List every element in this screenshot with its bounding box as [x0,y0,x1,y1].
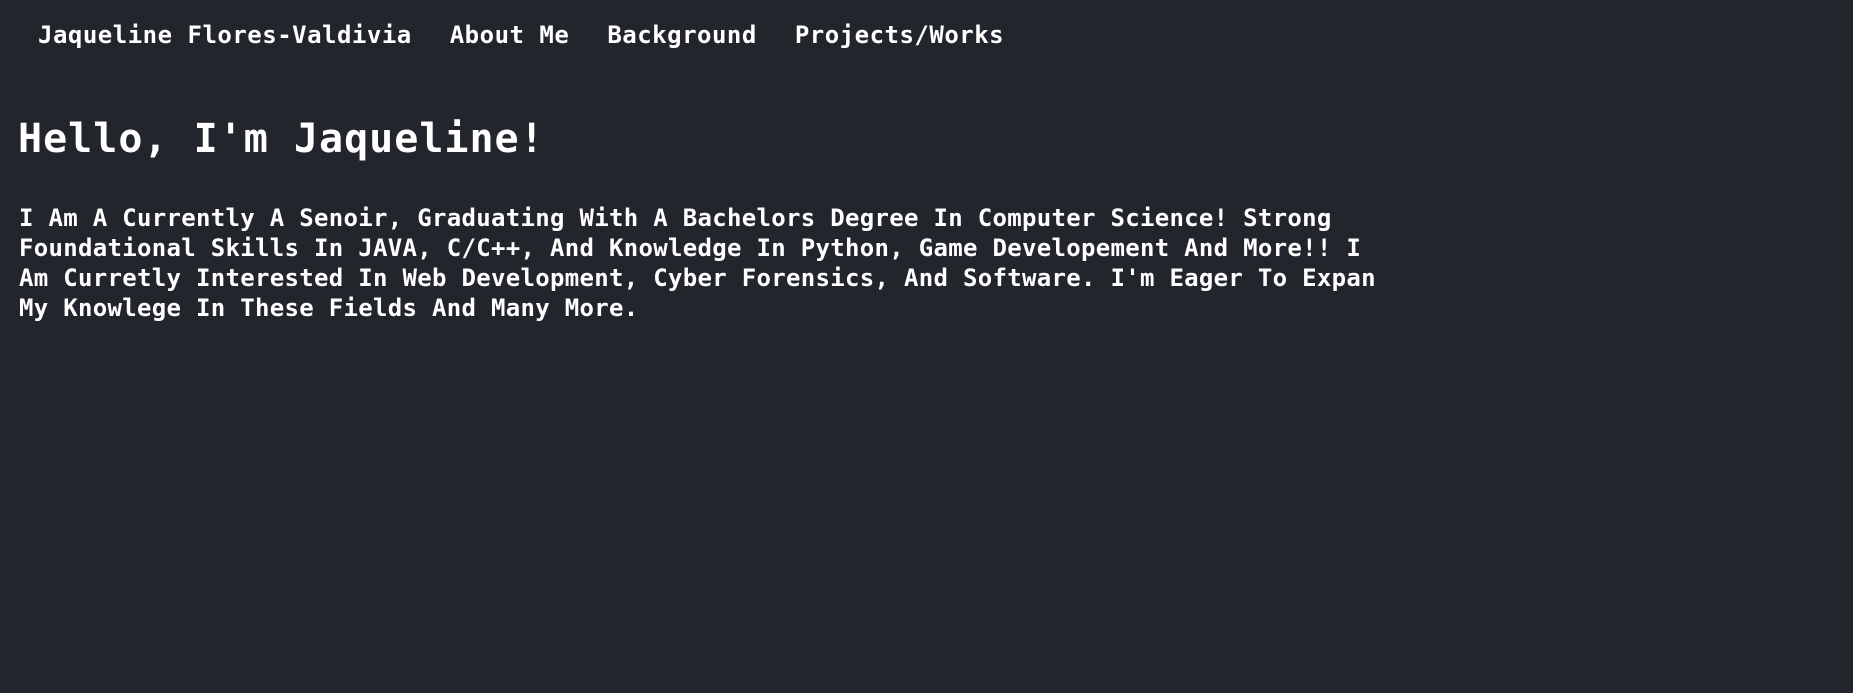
intro-line: My Knowlege In These Fields And Many Mor… [19,294,639,322]
nav-link-projects-works[interactable]: Projects/Works [795,18,1004,52]
intro-paragraph: I Am A Currently A Senoir, Graduating Wi… [19,203,1853,323]
intro-line: Foundational Skills In JAVA, C/C++, And … [19,234,1362,262]
nav-link-about-me[interactable]: About Me [450,18,570,52]
intro-line: Am Curretly Interested In Web Developmen… [19,264,1376,292]
nav-brand-link[interactable]: Jaqueline Flores-Valdivia [38,18,412,52]
page-title: Hello, I'm Jaqueline! [18,116,545,162]
nav-link-background[interactable]: Background [607,18,757,52]
intro-line: I Am A Currently A Senoir, Graduating Wi… [19,204,1332,232]
top-navigation: Jaqueline Flores-Valdivia About Me Backg… [38,18,1004,52]
